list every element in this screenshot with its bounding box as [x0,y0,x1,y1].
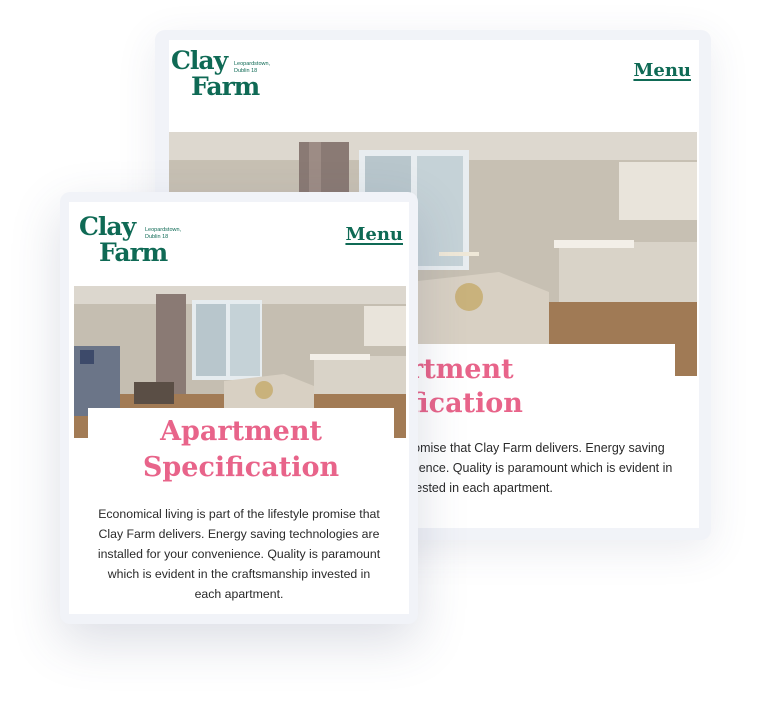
logo-location-line1: Leopardstown, [145,227,182,233]
logo-word-clay: Clay [171,46,228,75]
logo-location-line1: Leopardstown, [234,61,271,67]
page-title-line2: Specification [142,452,340,483]
logo-word-farm: Farm [191,72,260,101]
logo-word-clay: Clay [79,212,136,241]
back-body-line: nience. Quality is paramount which is ev… [409,461,673,475]
logo-location-line2: Dublin 18 [234,68,258,74]
intro-line: installed for your convenience. Quality … [97,547,381,561]
back-body-text: romise that Clay Farm delivers. Energy s… [409,438,699,498]
menu-link[interactable]: Menu [633,60,691,81]
mobile-screen: Clay Farm Leopardstown, Dublin 18 Menu A… [69,202,409,614]
clay-farm-logo[interactable]: Clay Farm Leopardstown, Dublin 18 [79,214,189,266]
back-body-line: romise that Clay Farm delivers. Energy s… [409,441,665,455]
intro-line: each apartment. [194,587,284,601]
intro-paragraph: Economical living is part of the lifesty… [79,504,399,604]
logo-word-farm: Farm [99,238,168,267]
menu-link[interactable]: Menu [345,224,403,245]
title-card: Apartment Specification [88,408,394,496]
page-title-line1: Apartment [160,416,322,447]
intro-line: Economical living is part of the lifesty… [98,507,380,521]
logo-location-line2: Dublin 18 [145,234,169,240]
back-title-line2: fication [409,388,523,419]
mobile-mockup-frame: Clay Farm Leopardstown, Dublin 18 Menu A… [60,192,418,624]
intro-line: Clay Farm delivers. Energy saving techno… [98,527,380,541]
back-title-line1: rtment [409,354,514,385]
intro-line: which is evident in the craftsmanship in… [107,567,371,581]
back-body-line: vested in each apartment. [409,481,553,495]
clay-farm-logo[interactable]: Clay Farm Leopardstown, Dublin 18 [171,48,281,100]
